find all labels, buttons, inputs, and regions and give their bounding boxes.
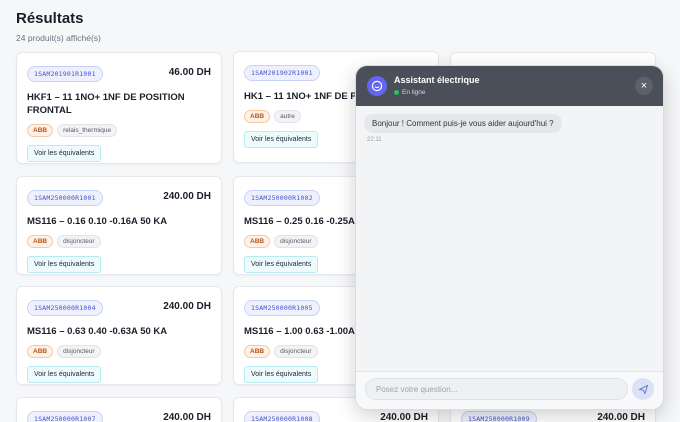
online-status-label: En ligne xyxy=(402,89,426,96)
close-icon: × xyxy=(640,80,648,92)
product-ref-badge: 1SAM250000R1007 xyxy=(27,411,103,422)
category-tag: autre xyxy=(274,110,301,123)
product-card[interactable]: 1SAM201901R1001 46.00 DH HKF1 – 11 1NO+ … xyxy=(16,52,222,164)
product-ref-badge: 1SAM250000R1004 xyxy=(27,300,103,316)
product-price: 240.00 DH xyxy=(163,301,211,312)
brand-tag: ABB xyxy=(244,345,271,358)
chat-messages[interactable]: Bonjour ! Comment puis-je vous aider auj… xyxy=(356,106,663,372)
chat-panel: Assistant électrique En ligne × Bonjour … xyxy=(355,65,664,410)
close-chat-button[interactable]: × xyxy=(635,77,653,95)
chat-header: Assistant électrique En ligne × xyxy=(356,66,663,106)
category-tag: disjoncteur xyxy=(274,345,318,358)
message-timestamp: 22:11 xyxy=(367,137,382,143)
chat-message-input[interactable] xyxy=(365,378,628,400)
product-price: 240.00 DH xyxy=(163,412,211,422)
category-tag: disjoncteur xyxy=(57,235,101,248)
product-name: HKF1 – 11 1NO+ 1NF DE POSITION FRONTAL xyxy=(27,92,185,116)
view-equivalents-button[interactable]: Voir les équivalents xyxy=(244,256,319,273)
chat-bot-icon xyxy=(371,80,383,92)
online-dot-icon xyxy=(394,90,399,95)
product-name: MS116 – 0.16 0.10 -0.16A 50 KA xyxy=(27,216,168,227)
brand-tag: ABB xyxy=(27,235,54,248)
view-equivalents-button[interactable]: Voir les équivalents xyxy=(244,131,319,148)
product-ref-badge: 1SAM250000R1001 xyxy=(27,190,103,206)
page-title: Résultats xyxy=(16,10,84,27)
category-tag: disjoncteur xyxy=(57,345,101,358)
product-card[interactable]: 1SAM250000R1004 240.00 DH MS116 – 0.63 0… xyxy=(16,286,222,385)
product-ref-badge: 1SAM250000R1009 xyxy=(461,411,537,422)
send-icon xyxy=(638,384,648,394)
category-tag: disjoncteur xyxy=(274,235,318,248)
product-ref-badge: 1SAM250000R1005 xyxy=(244,300,320,316)
send-button[interactable] xyxy=(632,378,654,400)
product-price: 46.00 DH xyxy=(168,67,211,78)
brand-tag: ABB xyxy=(244,110,271,123)
brand-tag: ABB xyxy=(244,235,271,248)
view-equivalents-button[interactable]: Voir les équivalents xyxy=(244,366,319,383)
product-price: 240.00 DH xyxy=(597,412,645,422)
view-equivalents-button[interactable]: Voir les équivalents xyxy=(27,145,102,162)
product-ref-badge: 1SAM250000R1002 xyxy=(244,190,320,206)
brand-tag: ABB xyxy=(27,124,54,137)
chat-title: Assistant électrique xyxy=(394,75,480,85)
product-price: 240.00 DH xyxy=(163,191,211,202)
product-name: MS116 – 0.63 0.40 -0.63A 50 KA xyxy=(27,326,168,337)
results-count: 24 produit(s) affiché(s) xyxy=(16,33,101,43)
brand-tag: ABB xyxy=(27,345,54,358)
chat-input-bar xyxy=(356,371,663,409)
assistant-avatar xyxy=(367,76,387,96)
online-status: En ligne xyxy=(394,89,426,96)
product-ref-badge: 1SAM201901R1001 xyxy=(27,66,103,82)
product-price: 240.00 DH xyxy=(380,412,428,422)
product-ref-badge: 1SAM201902R1001 xyxy=(244,65,320,81)
view-equivalents-button[interactable]: Voir les équivalents xyxy=(27,366,102,383)
product-card[interactable]: 1SAM250000R1001 240.00 DH MS116 – 0.16 0… xyxy=(16,176,222,275)
view-equivalents-button[interactable]: Voir les équivalents xyxy=(27,256,102,273)
category-tag: relais_thermique xyxy=(57,124,118,137)
product-card[interactable]: 1SAM250000R1007 240.00 DH xyxy=(16,397,222,422)
product-ref-badge: 1SAM250000R1008 xyxy=(244,411,320,422)
assistant-message: Bonjour ! Comment puis-je vous aider auj… xyxy=(364,114,562,133)
